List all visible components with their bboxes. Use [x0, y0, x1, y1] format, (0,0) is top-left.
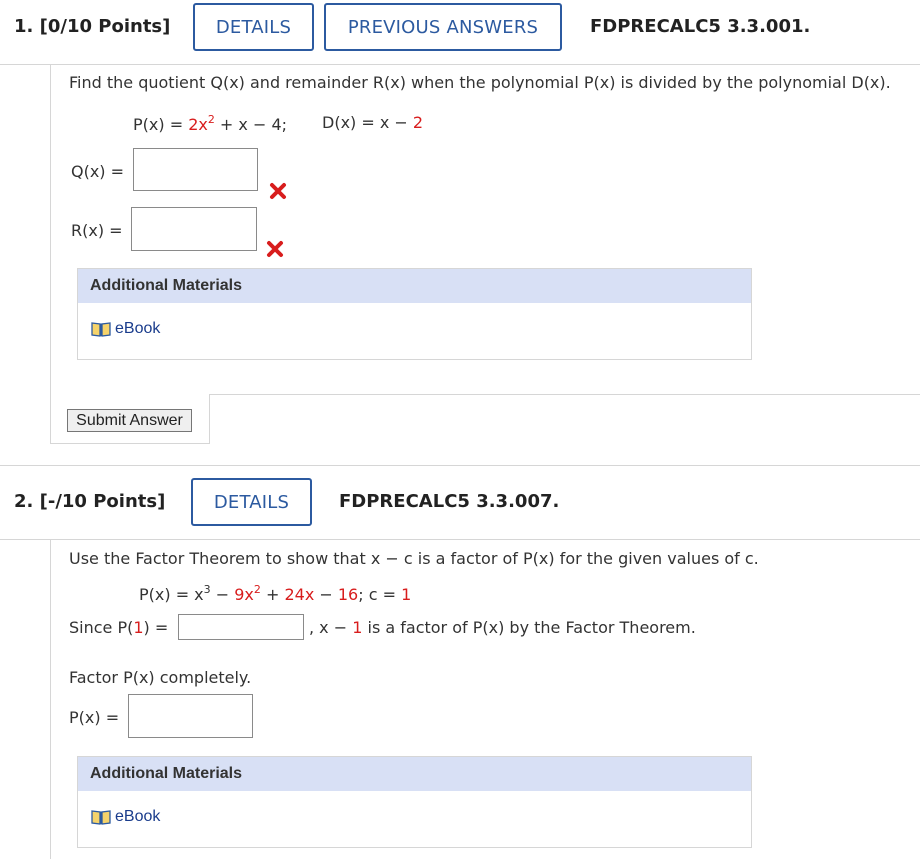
- q1-left-border: [50, 64, 51, 443]
- q1-ebook-label: eBook: [115, 320, 161, 337]
- q2-header-divider: [0, 539, 920, 540]
- q2-title: 2. [-/10 Points]: [14, 491, 166, 512]
- q1-submit-top-border: [209, 394, 920, 395]
- q2-left-border: [50, 539, 51, 859]
- q2-since-suffix: ) =: [143, 618, 169, 637]
- q2-p-input[interactable]: [128, 694, 253, 738]
- q2-instruction: Use the Factor Theorem to show that x − …: [69, 549, 759, 568]
- q1-eq-p-tail: + x − 4;: [214, 115, 288, 134]
- q2-additional-materials-header: Additional Materials: [78, 757, 751, 791]
- q2-eq-mid3: −: [314, 585, 338, 604]
- q1-instruction: Find the quotient Q(x) and remainder R(x…: [69, 73, 891, 92]
- q2-code: FDPRECALC5 3.3.007.: [339, 491, 560, 512]
- q2-factor-val: 1: [352, 618, 363, 637]
- q1-q-incorrect-icon: [270, 183, 286, 199]
- q1-eq-d-prefix: D(x) = x −: [322, 113, 413, 132]
- q1-equation-d: D(x) = x − 2: [322, 113, 423, 132]
- q1-q-label: Q(x) =: [71, 162, 125, 181]
- q1-eq-p-exp: 2: [207, 113, 215, 126]
- q1-header-divider: [0, 64, 920, 65]
- q2-eq-mid1: −: [210, 585, 235, 604]
- q1-code: FDPRECALC5 3.3.001.: [590, 16, 811, 37]
- q2-details-button[interactable]: DETAILS: [191, 478, 312, 526]
- q1-previous-answers-button[interactable]: PREVIOUS ANSWERS: [324, 3, 562, 51]
- q1-eq-p-prefix: P(x) =: [133, 115, 189, 134]
- q2-equation: P(x) = x3 − 9x2 + 24x − 16; c = 1: [139, 583, 411, 604]
- q2-since-val: 1: [133, 618, 144, 637]
- q1-equation: P(x) = 2x2 + x − 4;: [133, 113, 287, 134]
- book-icon: [91, 322, 111, 337]
- q2-additional-materials-panel: Additional Materials: [77, 756, 752, 848]
- q1-bottom-border-left: [50, 443, 210, 444]
- q2-factor-text: , x − 1 is a factor of P(x) by the Facto…: [309, 618, 696, 637]
- q2-eq-exp3: 3: [203, 583, 211, 596]
- q2-since-input[interactable]: [178, 614, 304, 640]
- q2-since-text: Since P(1) =: [69, 618, 168, 637]
- q2-eq-c-val: 1: [401, 585, 412, 604]
- q1-r-input[interactable]: [131, 207, 257, 251]
- q2-eq-prefix: P(x) = x: [139, 585, 204, 604]
- submit-answer-button[interactable]: Submit Answer: [67, 409, 192, 432]
- q1-additional-materials-header: Additional Materials: [78, 269, 751, 303]
- q2-since-prefix: Since P(: [69, 618, 134, 637]
- q2-factor-instruction: Factor P(x) completely.: [69, 668, 252, 687]
- q2-ebook-link[interactable]: eBook: [91, 808, 160, 826]
- q1-r-incorrect-icon: [267, 241, 283, 257]
- q2-ebook-label: eBook: [115, 808, 161, 825]
- q2-factor-prefix: , x −: [309, 618, 353, 637]
- q2-eq-24x: 24x: [284, 585, 315, 604]
- q2-eq-9x: 9x: [234, 585, 254, 604]
- q1-eq-p-coef: 2x: [188, 115, 208, 134]
- q1-eq-d-val: 2: [412, 113, 424, 132]
- q1-ebook-link[interactable]: eBook: [91, 320, 160, 338]
- q2-factor-suffix: is a factor of P(x) by the Factor Theore…: [362, 618, 696, 637]
- q2-p-label: P(x) =: [69, 708, 120, 727]
- q2-eq-c-prefix: ; c =: [358, 585, 402, 604]
- q1-title: 1. [0/10 Points]: [14, 16, 171, 37]
- q2-eq-mid2: +: [260, 585, 285, 604]
- q1-r-label: R(x) =: [71, 221, 123, 240]
- q2-eq-16: 16: [337, 585, 359, 604]
- q1-submit-right-border: [209, 394, 210, 444]
- q1-details-button[interactable]: DETAILS: [193, 3, 314, 51]
- q2-eq-exp2: 2: [253, 583, 261, 596]
- q1-additional-materials-panel: Additional Materials: [77, 268, 752, 360]
- q1-q-input[interactable]: [133, 148, 258, 191]
- book-icon: [91, 810, 111, 825]
- q2-top-divider: [0, 465, 920, 466]
